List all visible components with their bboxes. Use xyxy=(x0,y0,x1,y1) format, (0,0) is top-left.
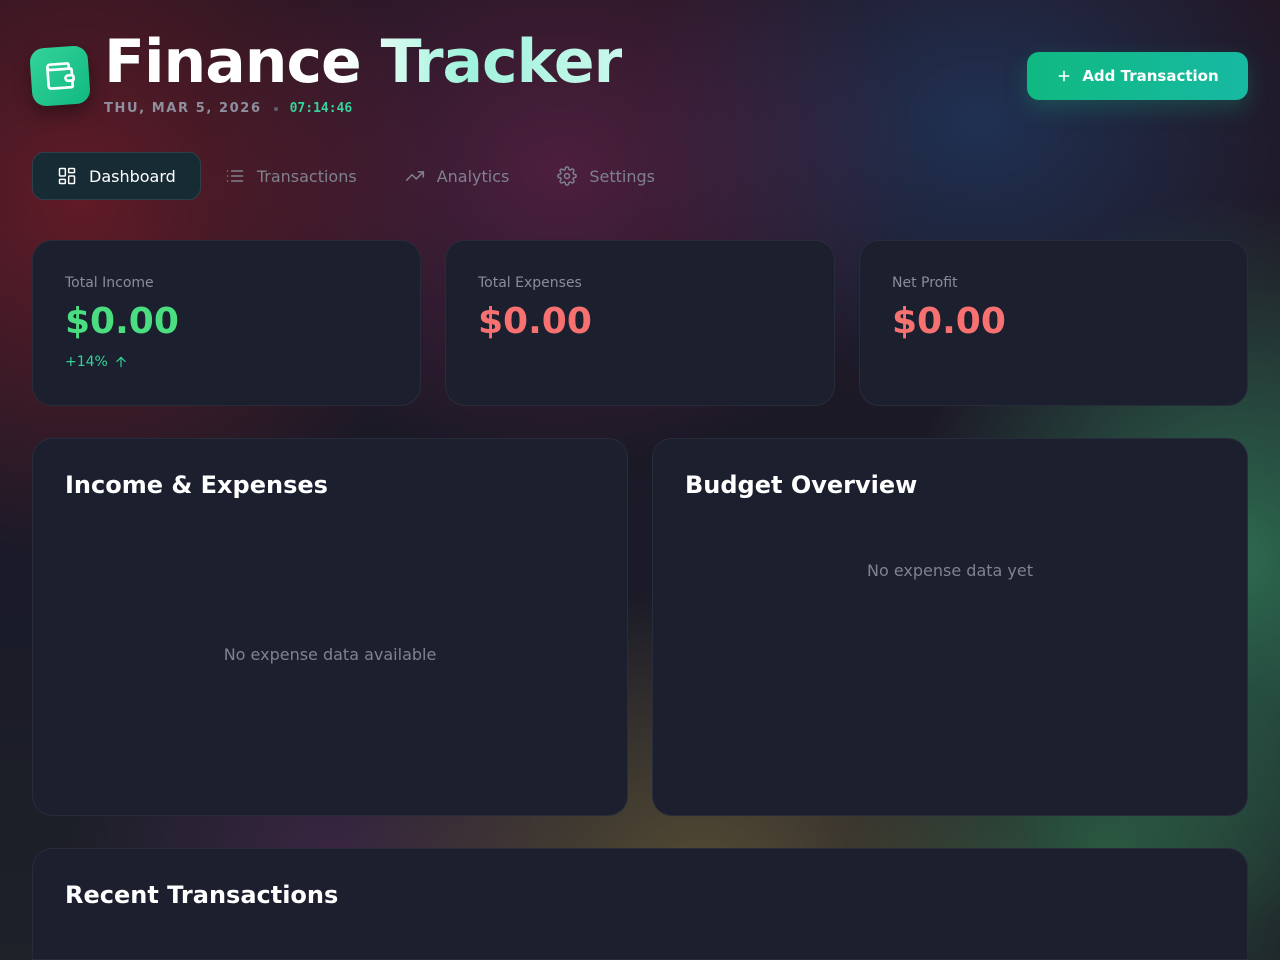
list-icon xyxy=(226,170,244,182)
tab-transactions-label: Transactions xyxy=(256,166,357,186)
income-expenses-title: Income & Expenses xyxy=(65,471,328,499)
tab-analytics-label: Analytics xyxy=(436,166,510,186)
separator-dot xyxy=(273,106,278,111)
tab-analytics[interactable]: Analytics xyxy=(381,152,534,200)
trending-up-icon xyxy=(405,171,424,181)
budget-overview-panel: Budget Overview No expense data yet xyxy=(652,438,1248,816)
tab-transactions[interactable]: Transactions xyxy=(201,152,381,200)
app-title: Finance Tracker xyxy=(104,27,623,97)
net-profit-value: $0.00 xyxy=(892,301,1006,342)
add-transaction-label: Add Transaction xyxy=(1082,67,1219,85)
tab-settings-label: Settings xyxy=(589,166,655,186)
budget-overview-empty-message: No expense data yet xyxy=(867,561,1033,580)
income-change: +14% xyxy=(65,354,128,370)
current-time: 07:14:46 xyxy=(289,101,353,116)
plus-icon xyxy=(1058,70,1070,82)
tab-dashboard[interactable]: Dashboard xyxy=(32,152,201,200)
current-date: THU, MAR 5, 2026 xyxy=(104,101,262,116)
income-expenses-panel: Income & Expenses No expense data availa… xyxy=(32,438,628,816)
total-income-card: Total Income $0.00 +14% xyxy=(32,240,421,406)
wallet-icon xyxy=(29,45,91,107)
date-time-line: THU, MAR 5, 2026 07:14:46 xyxy=(104,101,352,116)
dashboard-icon xyxy=(58,167,76,185)
recent-transactions-panel: Recent Transactions xyxy=(32,848,1248,960)
app-root: Finance Tracker THU, MAR 5, 2026 07:14:4… xyxy=(0,0,1280,960)
total-expenses-card: Total Expenses $0.00 xyxy=(445,240,835,406)
total-expenses-value: $0.00 xyxy=(478,301,592,342)
total-income-value: $0.00 xyxy=(65,301,179,342)
add-transaction-button[interactable]: Add Transaction xyxy=(1027,52,1248,100)
main-tabs: Dashboard Transactions Analytics Setting… xyxy=(32,152,679,200)
net-profit-label: Net Profit xyxy=(892,275,958,291)
tab-dashboard-label: Dashboard xyxy=(89,166,176,186)
income-expenses-empty-message: No expense data available xyxy=(223,645,437,664)
total-expenses-label: Total Expenses xyxy=(478,275,582,291)
net-profit-card: Net Profit $0.00 xyxy=(859,240,1248,406)
tab-settings[interactable]: Settings xyxy=(533,152,679,200)
total-income-label: Total Income xyxy=(65,275,154,291)
recent-transactions-title: Recent Transactions xyxy=(65,881,339,909)
budget-overview-title: Budget Overview xyxy=(685,471,918,499)
income-change-value: +14% xyxy=(65,354,108,370)
gear-icon xyxy=(557,166,578,186)
arrow-up-icon xyxy=(116,356,126,368)
